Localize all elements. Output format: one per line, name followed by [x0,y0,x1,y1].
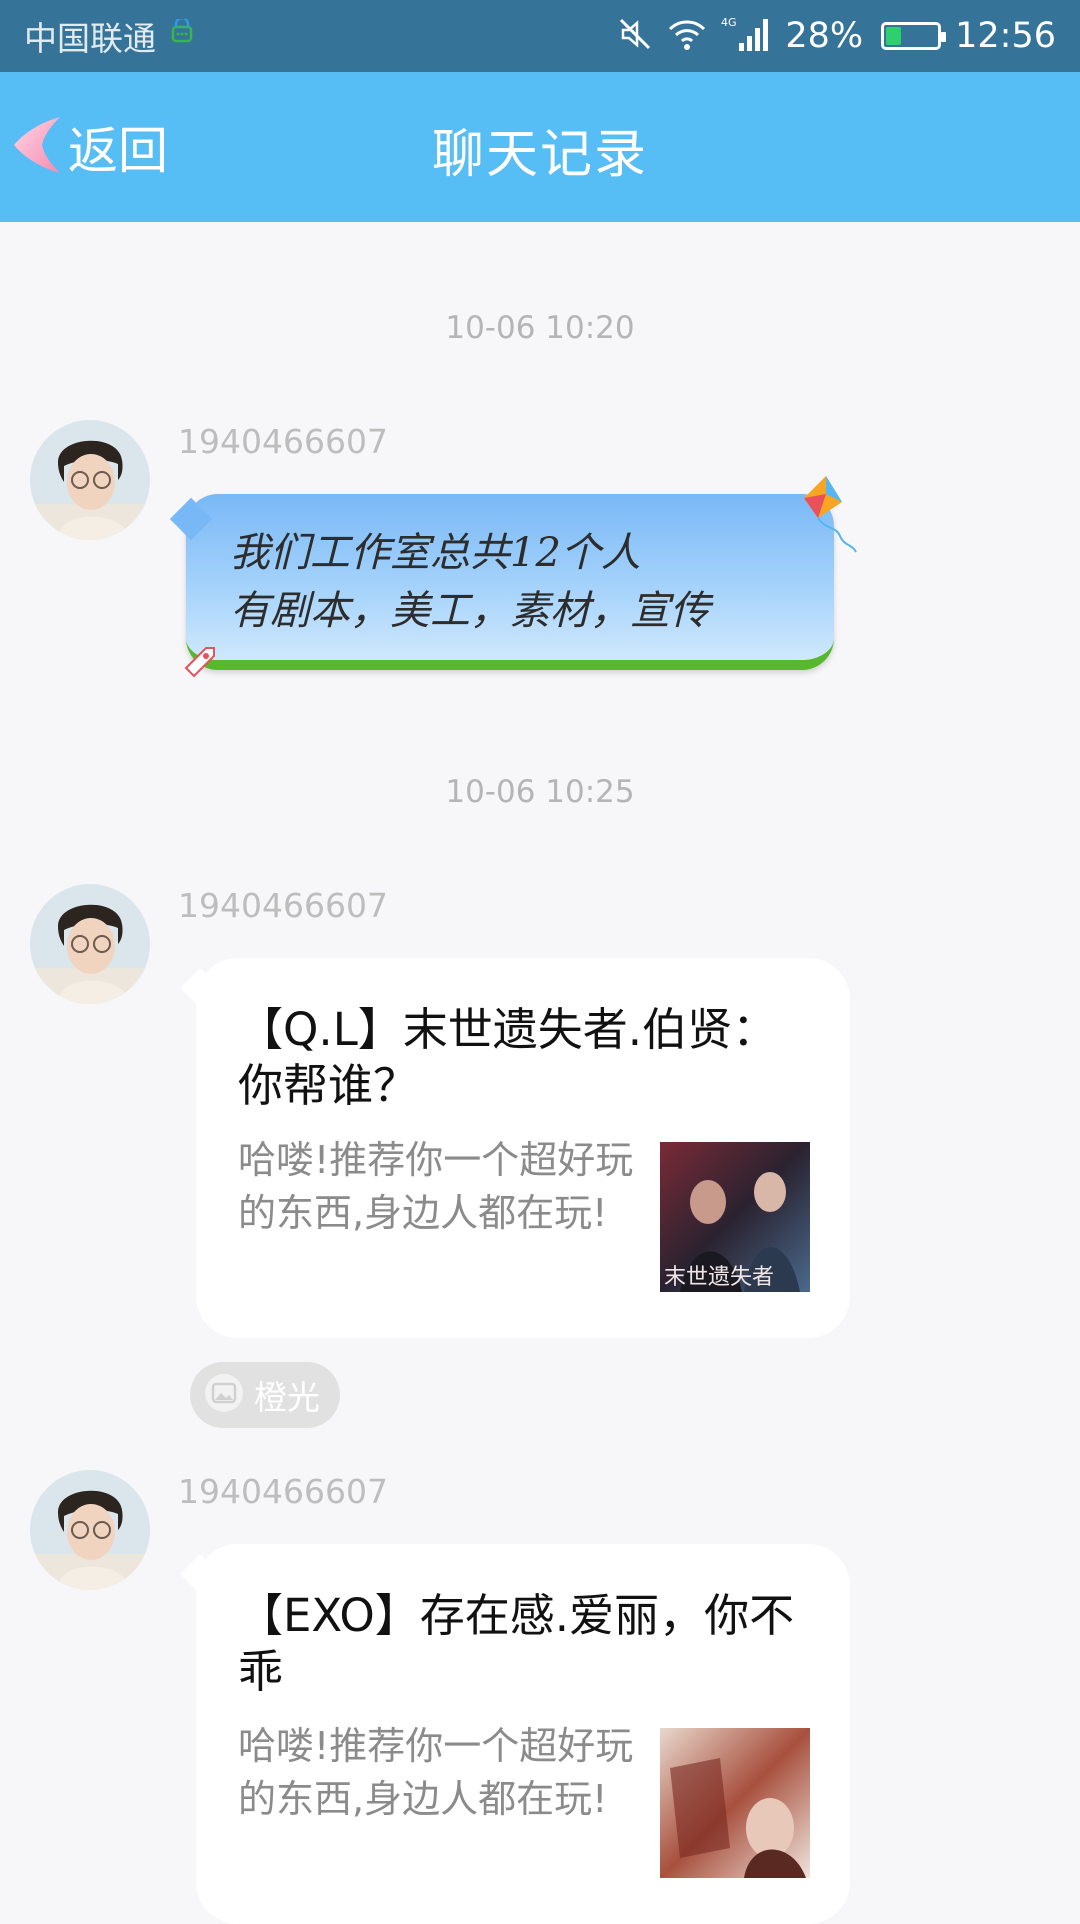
source-tag[interactable]: 橙光 [190,1362,340,1428]
rocket-icon [180,642,220,686]
card-body: 哈喽!推荐你一个超好玩的东西,身边人都在玩! [238,1720,810,1878]
wifi-icon [667,17,707,55]
message-timestamp: 10-06 10:20 [445,310,635,346]
thumbnail-caption: 末世遗失者 [664,1265,774,1290]
card-description: 哈喽!推荐你一个超好玩的东西,身边人都在玩! [238,1138,634,1235]
carrier-name: 中国联通 [24,19,156,58]
status-right: 4G 28% 12:56 [617,15,1056,57]
clock: 12:56 [955,16,1056,56]
message-timestamp: 10-06 10:25 [445,774,635,810]
page-title: 聊天记录 [431,125,648,185]
kite-icon [796,474,860,558]
card-thumbnail: 末世遗失者 [660,1142,810,1292]
battery-level [886,27,902,45]
sender-name: 1940466607 [178,886,388,925]
share-card[interactable]: 【Q.L】末世遗失者.伯贤：你帮谁？ 哈喽!推荐你一个超好玩的东西,身边人都在玩… [180,958,850,1338]
sender-name: 1940466607 [178,422,388,461]
app-header: 返回 聊天记录 [0,72,1080,222]
message-bubble[interactable]: 我们工作室总共12个人 有剧本，美工，素材，宣传 [186,494,834,670]
message-text-line: 我们工作室总共12个人 [230,530,641,576]
bubble-tail [180,968,220,1008]
status-bar: 中国联通 4G 28% 12:56 [0,0,1080,72]
card-body: 哈喽!推荐你一个超好玩的东西,身边人都在玩! 末世遗失者 [238,1134,810,1292]
source-label: 橙光 [254,1378,320,1417]
image-icon [204,1373,244,1417]
sender-name: 1940466607 [178,1472,388,1511]
avatar[interactable] [30,420,150,540]
network-type-label: 4G [721,16,737,29]
message-text-line: 有剧本，美工，素材，宣传 [230,588,710,634]
battery-percent: 28% [785,16,864,56]
chat-log[interactable]: 10-06 10:20 1940466607 我们工作室总共12个人 有剧本，美… [0,222,1080,1924]
message-notification-icon [170,16,194,53]
battery-icon [881,22,947,50]
card-description: 哈喽!推荐你一个超好玩的东西,身边人都在玩! [238,1724,634,1821]
cellular-signal-icon: 4G [721,15,771,57]
status-left: 中国联通 [24,12,617,60]
card-title: 【Q.L】末世遗失者.伯贤：你帮谁？ [238,1003,778,1112]
bubble-tail [180,1554,220,1594]
avatar[interactable] [30,884,150,1004]
card-title: 【EXO】存在感.爱丽，你不乖 [238,1589,795,1698]
share-card[interactable]: 【EXO】存在感.爱丽，你不乖 哈喽!推荐你一个超好玩的东西,身边人都在玩! [180,1544,850,1924]
mute-icon [617,16,653,56]
card-thumbnail [660,1728,810,1878]
avatar[interactable] [30,1470,150,1590]
